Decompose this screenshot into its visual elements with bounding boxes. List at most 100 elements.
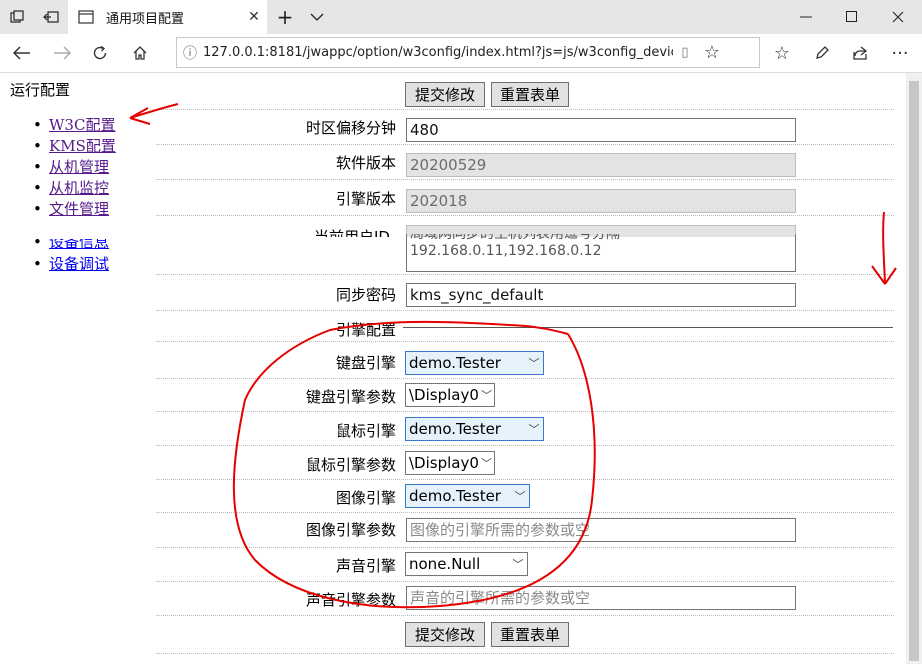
favorites-list-icon[interactable]: ☆ (762, 34, 802, 72)
chevron-down-icon: ﹀ (512, 558, 524, 571)
field-label: 同步密码 (335, 286, 396, 304)
sidebar-link[interactable]: 文件管理 (49, 200, 109, 218)
info-icon[interactable]: ⓘ (177, 43, 203, 63)
field-label: 声音引擎 (335, 557, 396, 575)
chevron-down-icon: ﹀ (480, 457, 492, 470)
sync-password-input[interactable] (406, 283, 796, 307)
new-tab-icon[interactable]: + (270, 0, 300, 34)
field-label: 声音引擎参数 (305, 591, 396, 609)
submit-button[interactable]: 提交修改 (405, 82, 485, 107)
back-icon[interactable] (2, 34, 42, 72)
chevron-down-icon: ﹀ (514, 490, 526, 503)
tab-title: 通用项目配置 (106, 11, 185, 27)
sidebar-nav: W3C配置 KMS配置 从机管理 从机监控 文件管理 (33, 115, 116, 220)
form-row-tz: 时区偏移分钟 (156, 110, 894, 145)
kbd-engine-select[interactable]: demo.Tester ﹀ (405, 351, 544, 375)
sidebar-link[interactable]: 设备信息 (49, 239, 109, 251)
share-icon[interactable] (840, 34, 880, 72)
tab-active[interactable]: 通用项目配置 ✕ (68, 0, 267, 34)
engine-version-input (406, 189, 796, 213)
pen-icon[interactable] (802, 34, 842, 72)
browser-nav-bar: ⓘ ▯ ☆ ☆ ··· (0, 34, 922, 73)
maximize-icon[interactable] (829, 0, 875, 34)
close-tab-icon[interactable]: ✕ (241, 9, 267, 25)
field-label: 引擎版本 (335, 190, 396, 208)
form-row-buttons-bottom: 提交修改 重置表单 (156, 616, 894, 654)
form-row-image-engine: 图像引擎 demo.Tester ﹀ (156, 480, 894, 513)
field-label: 时区偏移分钟 (305, 119, 396, 137)
tab-actions-icon[interactable] (0, 0, 34, 34)
section-label: 引擎配置 (335, 321, 396, 339)
sound-param-input[interactable] (406, 586, 796, 610)
field-label: 软件版本 (335, 154, 396, 172)
page-scrollbar[interactable] (906, 73, 922, 664)
minimize-icon[interactable] (783, 0, 829, 34)
field-label: 键盘引擎 (335, 354, 396, 372)
sync-hosts-textarea[interactable]: 局域网同步的主机列表用逗号分隔 192.168.0.11,192.168.0.1… (406, 234, 796, 272)
select-value: demo.Tester (409, 487, 501, 505)
sound-engine-select[interactable]: none.Null ﹀ (405, 552, 528, 576)
field-label: 鼠标引擎参数 (305, 456, 396, 474)
form-row-kbd-engine: 键盘引擎 demo.Tester ﹀ (156, 341, 894, 379)
chevron-down-icon: ﹀ (528, 357, 540, 370)
form-row-engine-section: 引擎配置 (156, 311, 894, 341)
form-row-image-param: 图像引擎参数 (156, 513, 894, 548)
field-label: 鼠标引擎 (335, 422, 396, 440)
select-value: demo.Tester (409, 354, 501, 372)
sidebar-item-kms: KMS配置 (33, 136, 116, 157)
forward-icon[interactable] (42, 34, 82, 72)
sidebar-link[interactable]: KMS配置 (49, 137, 116, 155)
form-row-kbd-param: 键盘引擎参数 \Display0 ﹀ (156, 378, 894, 412)
page-content: 运行配置 W3C配置 KMS配置 从机管理 从机监控 文件管理 设备信息 设备调… (0, 73, 906, 664)
sidebar-item-monitor: 从机监控 (33, 178, 116, 199)
tabs-aside-icon[interactable] (34, 0, 68, 34)
sidebar-link[interactable]: W3C配置 (49, 116, 115, 134)
sw-version-input (406, 153, 796, 177)
sidebar-title: 运行配置 (10, 81, 71, 99)
more-icon[interactable]: ··· (880, 34, 920, 72)
field-label: 键盘引擎参数 (305, 388, 396, 406)
form-row-mouse-engine: 鼠标引擎 demo.Tester ﹀ (156, 412, 894, 446)
sidebar-link[interactable]: 从机监控 (49, 179, 109, 197)
reading-view-icon[interactable]: ▯ (673, 45, 697, 60)
select-value: demo.Tester (409, 420, 501, 438)
favorite-star-icon[interactable]: ☆ (697, 42, 727, 63)
form-row-sync-hosts: 局域网同步的主机列表用逗号分隔 192.168.0.11,192.168.0.1… (156, 234, 894, 275)
address-bar[interactable]: ⓘ ▯ ☆ (176, 37, 760, 68)
sidebar-item-w3c: W3C配置 (33, 115, 116, 136)
field-label: 图像引擎 (335, 489, 396, 507)
select-value: \Display0 (409, 454, 479, 472)
textarea-line: 192.168.0.11,192.168.0.12 (410, 243, 602, 259)
form-row-mouse-param: 鼠标引擎参数 \Display0 ﹀ (156, 446, 894, 480)
section-divider (403, 327, 893, 328)
field-label: 图像引擎参数 (305, 521, 396, 539)
form-row-sw-version: 软件版本 (156, 145, 894, 180)
image-engine-select[interactable]: demo.Tester ﹀ (405, 484, 530, 508)
url-input[interactable] (203, 45, 673, 60)
kbd-param-select[interactable]: \Display0 ﹀ (405, 383, 495, 407)
mouse-engine-select[interactable]: demo.Tester ﹀ (405, 417, 544, 441)
form-row-sound-param: 声音引擎参数 (156, 582, 894, 616)
sidebar-item-slaves: 从机管理 (33, 157, 116, 178)
form-row-sound-engine: 声音引擎 none.Null ﹀ (156, 548, 894, 582)
chevron-down-icon: ﹀ (528, 423, 540, 436)
scrollbar-thumb[interactable] (909, 81, 919, 661)
mouse-param-select[interactable]: \Display0 ﹀ (405, 451, 495, 475)
refresh-icon[interactable] (80, 34, 120, 72)
chevron-down-icon[interactable] (302, 0, 332, 34)
reset-button[interactable]: 重置表单 (491, 82, 569, 107)
select-value: \Display0 (409, 386, 479, 404)
sidebar-item-files: 文件管理 (33, 199, 116, 220)
tz-offset-input[interactable] (406, 118, 796, 142)
form-row-engine-version: 引擎版本 (156, 180, 894, 216)
sidebar-link[interactable]: 从机管理 (49, 158, 109, 176)
home-icon[interactable] (120, 34, 160, 72)
sidebar-link[interactable]: 设备调试 (49, 255, 109, 273)
page-icon (78, 10, 94, 24)
close-window-icon[interactable] (875, 0, 921, 34)
form-row-sync-password: 同步密码 (156, 275, 894, 311)
form-row-buttons-top: 提交修改 重置表单 (156, 73, 894, 110)
submit-button[interactable]: 提交修改 (405, 622, 485, 647)
reset-button[interactable]: 重置表单 (491, 622, 569, 647)
image-param-input[interactable] (406, 518, 796, 542)
